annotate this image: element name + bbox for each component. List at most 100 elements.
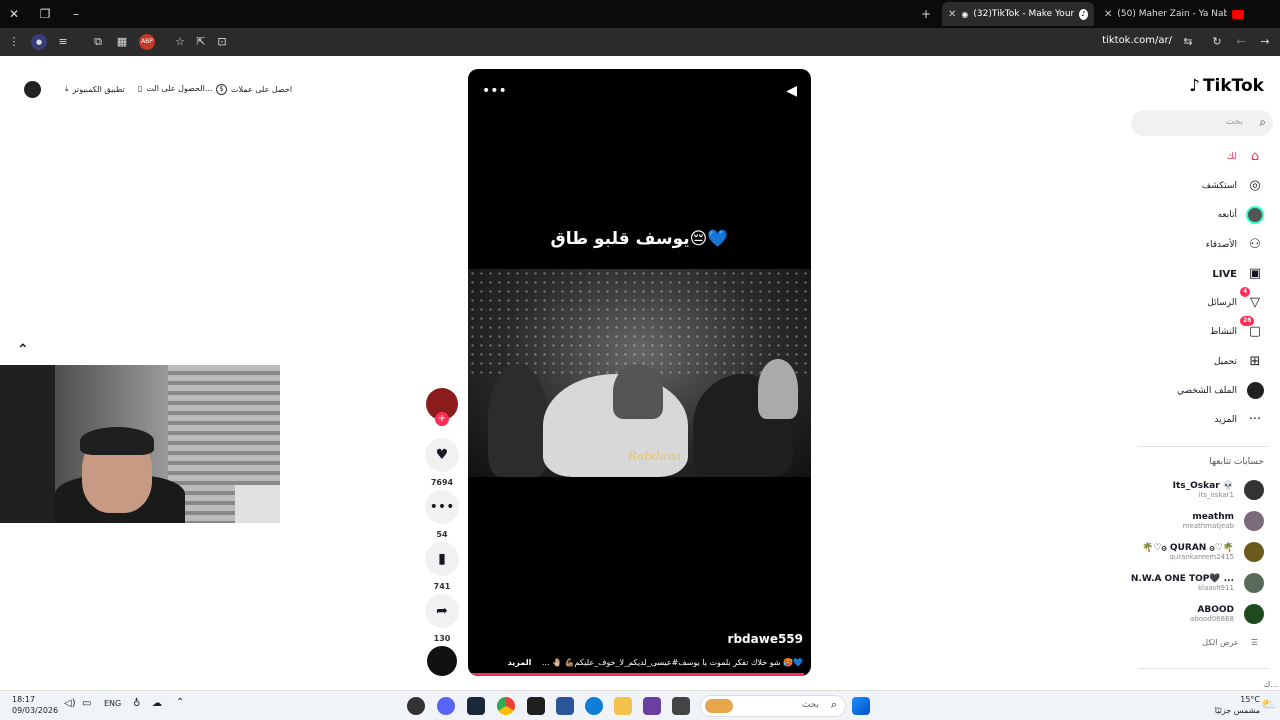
nav-for-you[interactable]: ⌂ لك	[1227, 148, 1264, 166]
microphone-tray-icon[interactable]: ♁	[133, 698, 140, 709]
video-player[interactable]: ••• ◀ يوسف قلبو طاق😔💙 Rabdawi rbdawe559 …	[468, 69, 811, 676]
person-far-right	[758, 359, 798, 419]
search-placeholder: بحث	[1225, 117, 1243, 127]
onedrive-tray-icon[interactable]: ☁	[152, 698, 162, 709]
divider	[1138, 446, 1268, 447]
file-explorer-icon[interactable]	[614, 697, 632, 715]
windows-start-icon[interactable]	[852, 697, 870, 715]
chrome-icon[interactable]	[497, 697, 515, 715]
more-options-icon[interactable]: •••	[482, 83, 507, 99]
comment-action[interactable]: ••• 54	[425, 490, 459, 539]
tab-youtube[interactable]: ✕ (50) Maher Zain - Ya Nabi Salam	[1098, 2, 1250, 26]
video-progress-bar[interactable]	[468, 673, 805, 676]
nav-label: الأصدقاء	[1205, 240, 1237, 250]
restore-window-icon[interactable]: ❐	[37, 6, 53, 22]
nav-live[interactable]: ▣ LIVE	[1212, 265, 1264, 283]
clock[interactable]: 18:17 09/03/2026	[12, 694, 58, 716]
like-action[interactable]: ♥ 7694	[425, 438, 459, 487]
followed-account[interactable]: 🌴♡۞ QURAN ۞♡🌴 qurankareem2415	[1142, 542, 1264, 562]
profile-avatar	[1246, 382, 1264, 400]
adblock-icon[interactable]: ABP	[139, 34, 155, 50]
heart-icon[interactable]: ♥	[425, 438, 459, 472]
share-page-icon[interactable]: ⇱	[193, 34, 209, 50]
person-center-head	[613, 364, 663, 419]
followed-account[interactable]: Its_Oskar 💀 its_oskar1	[1173, 480, 1264, 500]
followed-account[interactable]: ABOOD abood06868	[1190, 604, 1264, 624]
close-tab-icon[interactable]: ✕	[948, 9, 956, 20]
reading-list-icon[interactable]: ≡	[55, 34, 71, 50]
extension-icon[interactable]: ●	[31, 34, 47, 50]
app-icon-1[interactable]	[407, 697, 425, 715]
lights-decoration	[468, 269, 811, 379]
screenshot-icon[interactable]: ⊡	[214, 34, 230, 50]
new-tab-icon[interactable]: +	[918, 6, 934, 22]
reload-icon[interactable]: ↻	[1209, 34, 1225, 50]
share-icon[interactable]: ➦	[425, 594, 459, 628]
minimize-window-icon[interactable]: –	[68, 6, 84, 22]
weather-widget[interactable]: 15°C مشمس جزئيًا	[1215, 694, 1260, 716]
comment-icon[interactable]: •••	[425, 490, 459, 524]
tray-overflow-icon[interactable]: ⌃	[176, 697, 184, 708]
app-icon-3[interactable]	[672, 697, 690, 715]
search-highlight-image	[705, 699, 733, 713]
nav-friends[interactable]: ⚇ الأصدقاء	[1206, 236, 1264, 254]
followed-account[interactable]: N.W.A ONE TOP🖤 ... klaash911	[1131, 573, 1264, 593]
nav-upload[interactable]: ⊞ تحميل	[1214, 353, 1264, 371]
grid-extension-icon[interactable]: ▦	[114, 34, 130, 50]
bookmark-star-icon[interactable]: ☆	[172, 34, 188, 50]
nav-messages[interactable]: ▽ 4 الرسائل	[1207, 287, 1264, 312]
music-disc[interactable]	[425, 646, 459, 676]
account-name: Its_Oskar 💀	[1172, 481, 1234, 491]
close-window-icon[interactable]: ✕	[6, 6, 22, 22]
followed-account[interactable]: meathm meathmatjeab	[1183, 511, 1264, 531]
weather-temp: 15°C	[1240, 695, 1260, 704]
volume-icon[interactable]: ◀	[786, 83, 797, 99]
creator-avatar-block[interactable]: +	[425, 388, 459, 426]
nav-label: LIVE	[1212, 268, 1237, 280]
get-desktop-app-button[interactable]: ⤓ تطبيق الكمبيوتر	[65, 84, 125, 94]
forward-icon[interactable]: ←	[1233, 34, 1249, 50]
description-text: 💙🥵 شو خلاك تفكر بلموت يا يوسف#عيسى_لديكم…	[541, 658, 803, 667]
see-all-link[interactable]: عرض الكل ☰	[1202, 638, 1258, 647]
chevron-up-icon[interactable]: ⌃	[17, 342, 29, 358]
tiktok-logo[interactable]: ♪ TikTok	[1189, 76, 1264, 96]
more-link[interactable]: المزيد	[508, 658, 532, 667]
nav-activity[interactable]: ▢ 28 النشاط	[1210, 316, 1264, 341]
back-icon[interactable]: →	[1257, 34, 1273, 50]
account-avatar	[1244, 542, 1264, 562]
search-icon[interactable]: ⌕	[1259, 115, 1266, 130]
speaker-icon[interactable]: ◉	[961, 10, 968, 19]
store-icon[interactable]	[556, 697, 574, 715]
close-tab-icon[interactable]: ✕	[1104, 9, 1112, 20]
edge-icon[interactable]	[585, 697, 603, 715]
steam-icon[interactable]	[467, 697, 485, 715]
logo-panel	[235, 485, 280, 523]
get-mobile-app-button[interactable]: ▯ الحصول على الت...	[138, 84, 212, 93]
account-handle: qurankareem2415	[1169, 553, 1234, 561]
search-input[interactable]: بحث ⌕	[1131, 110, 1273, 136]
nav-following[interactable]: أتابعه	[1218, 206, 1264, 224]
network-tray-icon[interactable]: ▭	[82, 698, 91, 709]
volume-tray-icon[interactable]: ◁)	[64, 698, 76, 709]
app-icon-2[interactable]	[643, 697, 661, 715]
video-author[interactable]: rbdawe559	[728, 632, 803, 646]
language-indicator[interactable]: ENG	[104, 699, 121, 708]
music-disc-icon[interactable]	[427, 646, 457, 676]
nav-explore[interactable]: ◎ استكشف	[1202, 177, 1264, 195]
share-action[interactable]: ➦ 130	[425, 594, 459, 643]
follow-plus-icon[interactable]: +	[435, 412, 449, 426]
site-settings-icon[interactable]: ⇆	[1180, 34, 1196, 50]
save-action[interactable]: ▮ 741	[425, 542, 459, 591]
discord-icon[interactable]	[437, 697, 455, 715]
url-bar[interactable]: tiktok.com/ar/	[1102, 35, 1172, 46]
tab-tiktok[interactable]: ✕ ◉ (32)TikTok - Make Your Day ♪	[942, 2, 1094, 26]
get-coins-button[interactable]: $ احصل على عملات	[216, 84, 292, 95]
bookmark-icon[interactable]: ▮	[425, 542, 459, 576]
nav-profile[interactable]: الملف الشخصي	[1177, 382, 1264, 400]
user-avatar[interactable]	[24, 81, 41, 98]
nav-more[interactable]: ··· المزيد	[1214, 411, 1264, 429]
extensions-icon[interactable]: ⧉	[90, 34, 106, 50]
taskbar-search[interactable]: بحث ⌕	[700, 695, 846, 717]
menu-icon[interactable]: ⋮	[6, 34, 22, 50]
terminal-icon[interactable]	[527, 697, 545, 715]
